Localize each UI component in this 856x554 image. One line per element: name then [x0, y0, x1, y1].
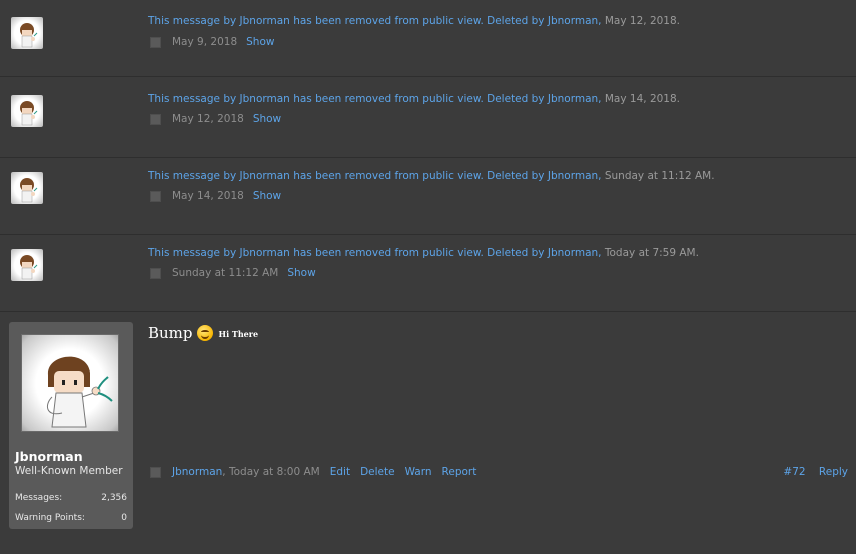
- messages-value[interactable]: 2,356: [101, 493, 127, 503]
- deleted-by-label: Deleted by: [487, 170, 545, 182]
- messages-label: Messages:: [15, 493, 63, 503]
- deleted-message-notice: This message by Jbnorman has been remove…: [148, 170, 715, 182]
- checkbox-icon[interactable]: [150, 190, 161, 202]
- checkbox-icon[interactable]: [150, 466, 161, 478]
- deleted-by-link[interactable]: Jbnorman: [548, 93, 598, 105]
- notice-suffix: has been removed from public view.: [293, 247, 484, 259]
- deleted-at: Today at 7:59 AM: [604, 247, 696, 259]
- deleted-message-notice: This message by Jbnorman has been remove…: [148, 15, 681, 27]
- deleted-by-label: Deleted by: [487, 15, 545, 27]
- post-small-text: Hi There: [218, 329, 259, 339]
- user-title: Well-Known Member: [15, 465, 123, 477]
- warning-points-stat: Warning Points: 0: [15, 513, 127, 523]
- deleted-post-row: This message by Jbnorman has been remove…: [0, 0, 856, 77]
- notice-suffix: has been removed from public view.: [293, 170, 484, 182]
- post-footer: Jbnorman, Today at 8:00 AM Edit Delete W…: [150, 466, 476, 478]
- post-text: Bump: [148, 324, 193, 342]
- deleted-message-notice: This message by Jbnorman has been remove…: [148, 93, 681, 105]
- divider: [0, 311, 856, 312]
- post-controls-right: #72 Reply: [773, 466, 848, 478]
- avatar-icon[interactable]: [11, 17, 43, 49]
- show-link[interactable]: Show: [253, 113, 281, 125]
- divider: [0, 76, 856, 77]
- show-link[interactable]: Show: [287, 267, 315, 279]
- deleted-by-link[interactable]: Jbnorman: [548, 170, 598, 182]
- user-name[interactable]: Jbnorman: [15, 449, 83, 464]
- notice-prefix: This message by: [148, 170, 237, 182]
- deleted-by-link[interactable]: Jbnorman: [548, 15, 598, 27]
- avatar-icon[interactable]: [11, 95, 43, 127]
- post-meta: May 9, 2018 Show: [150, 36, 274, 48]
- deleted-at: May 14, 2018: [604, 93, 677, 105]
- avatar-icon[interactable]: [11, 172, 43, 204]
- edit-link[interactable]: Edit: [330, 466, 350, 478]
- author-link[interactable]: Jbnorman: [240, 15, 290, 27]
- reply-link[interactable]: Reply: [819, 466, 848, 478]
- notice-prefix: This message by: [148, 15, 237, 27]
- messages-stat: Messages: 2,356: [15, 493, 127, 503]
- deleted-message-notice: This message by Jbnorman has been remove…: [148, 247, 699, 259]
- post-body: Bump Hi There: [148, 324, 258, 342]
- warn-link[interactable]: Warn: [405, 466, 432, 478]
- show-link[interactable]: Show: [253, 190, 281, 202]
- post-meta: May 14, 2018 Show: [150, 190, 281, 202]
- deleted-at: May 12, 2018: [604, 15, 677, 27]
- deleted-post-row: This message by Jbnorman has been remove…: [0, 81, 856, 158]
- delete-link[interactable]: Delete: [360, 466, 395, 478]
- posted-date: May 12, 2018: [172, 113, 244, 125]
- warning-label: Warning Points:: [15, 513, 85, 523]
- checkbox-icon[interactable]: [150, 36, 161, 48]
- posted-date: Sunday at 11:12 AM: [172, 267, 279, 279]
- deleted-by-label: Deleted by: [487, 247, 545, 259]
- deleted-by-link[interactable]: Jbnorman: [548, 247, 598, 259]
- checkbox-icon[interactable]: [150, 267, 161, 279]
- deleted-post-row: This message by Jbnorman has been remove…: [0, 235, 856, 312]
- deleted-by-label: Deleted by: [487, 93, 545, 105]
- warning-value: 0: [121, 513, 127, 523]
- avatar-icon[interactable]: [21, 334, 119, 432]
- notice-prefix: This message by: [148, 247, 237, 259]
- post-number-link[interactable]: #72: [783, 466, 805, 478]
- smiley-icon: [196, 325, 213, 341]
- deleted-post-row: This message by Jbnorman has been remove…: [0, 158, 856, 235]
- posted-date: May 9, 2018: [172, 36, 238, 48]
- post-meta: May 12, 2018 Show: [150, 113, 281, 125]
- author-link[interactable]: Jbnorman: [240, 247, 290, 259]
- notice-suffix: has been removed from public view.: [293, 15, 484, 27]
- notice-suffix: has been removed from public view.: [293, 93, 484, 105]
- author-link[interactable]: Jbnorman: [240, 170, 290, 182]
- thread-container: This message by Jbnorman has been remove…: [0, 0, 856, 554]
- avatar-icon[interactable]: [11, 249, 43, 281]
- posted-date: May 14, 2018: [172, 190, 244, 202]
- post-timestamp[interactable]: Today at 8:00 AM: [229, 466, 320, 478]
- user-card: Jbnorman Well-Known Member Messages: 2,3…: [9, 322, 133, 529]
- avatar-illustration: [46, 356, 113, 428]
- author-link[interactable]: Jbnorman: [240, 93, 290, 105]
- notice-prefix: This message by: [148, 93, 237, 105]
- checkbox-icon[interactable]: [150, 113, 161, 125]
- post-meta: Sunday at 11:12 AM Show: [150, 267, 316, 279]
- report-link[interactable]: Report: [442, 466, 477, 478]
- show-link[interactable]: Show: [246, 36, 274, 48]
- deleted-at: Sunday at 11:12 AM: [604, 170, 712, 182]
- post-author-link[interactable]: Jbnorman: [172, 466, 222, 478]
